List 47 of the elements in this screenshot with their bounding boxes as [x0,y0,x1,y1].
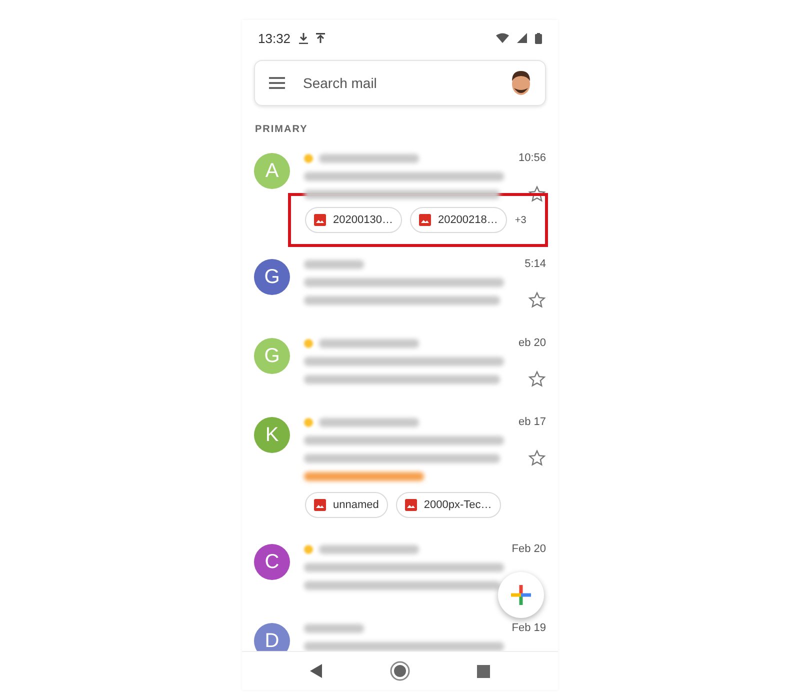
section-label: PRIMARY [254,123,309,137]
menu-icon[interactable] [269,77,285,89]
sender-avatar: C [254,544,290,580]
image-icon [404,499,417,511]
wifi-icon [496,33,509,43]
star-icon[interactable] [528,185,546,203]
attachment-chip[interactable]: 2000px-Tec… [396,492,501,518]
plus-icon [509,583,533,607]
sender-avatar: K [254,417,290,453]
attachment-name: 20200218… [438,214,498,226]
email-time: 10:56 [518,152,546,164]
email-time: Feb 19 [512,622,546,634]
search-bar[interactable]: Search mail [254,60,546,106]
blurred-sender [304,624,364,632]
home-icon[interactable] [390,661,410,681]
star-icon[interactable] [528,291,546,309]
blurred-sender [304,260,364,268]
battery-icon [535,32,542,44]
attachment-name: 20200130… [333,214,393,226]
attachment-name: 2000px-Tec… [424,499,492,511]
sender-avatar: A [254,153,290,189]
attachment-chip[interactable]: 20200218… [410,207,507,233]
image-icon [418,214,431,226]
star-icon[interactable] [528,449,546,467]
attachment-chip[interactable]: unnamed [305,492,388,518]
back-icon[interactable] [310,664,322,678]
status-time: 13:32 [258,30,291,46]
attachment-chip[interactable]: 20200130… [305,207,402,233]
sender-avatar: G [254,259,290,295]
download-icon [298,32,308,44]
upload-icon [316,32,325,44]
avatar-icon[interactable] [509,69,533,97]
compose-button[interactable] [498,572,544,618]
star-icon[interactable] [528,370,546,388]
more-attachments: +3 [514,214,526,226]
recents-icon[interactable] [477,664,490,678]
sender-avatar: G [254,338,290,374]
email-time: Feb 20 [512,543,546,555]
image-icon [314,214,326,226]
signal-icon [517,33,527,43]
email-time: 5:14 [524,258,546,270]
search-field[interactable]: Search mail [301,74,493,92]
email-time: eb 17 [518,416,546,428]
attachment-name: unnamed [333,499,379,511]
sender-avatar: D [254,623,290,651]
image-icon [314,499,326,511]
email-time: eb 20 [518,337,546,349]
